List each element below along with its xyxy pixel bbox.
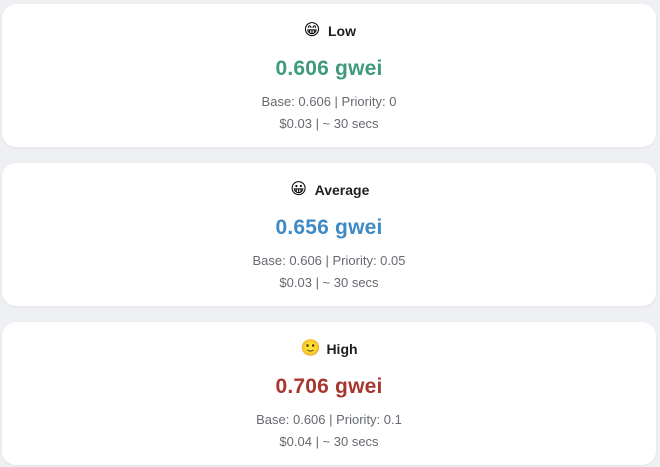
fee-breakdown: Base: 0.606 | Priority: 0 bbox=[261, 94, 397, 109]
tier-label: High bbox=[326, 341, 358, 357]
tier-header: 😀 Average bbox=[2, 180, 656, 200]
slightly-smiling-face-icon: 🙂 bbox=[300, 340, 321, 357]
smiley-face-icon: 😀 bbox=[290, 181, 307, 198]
fee-breakdown: Base: 0.606 | Priority: 0.1 bbox=[256, 412, 402, 427]
gas-tier-list: 😁 Low 0.606 gwei Base: 0.606 | Priority:… bbox=[0, 0, 660, 467]
tier-header: 🙂 High bbox=[2, 339, 656, 359]
gas-price: 0.706 gwei bbox=[275, 375, 383, 398]
gas-tier-card-average[interactable]: 😀 Average 0.656 gwei Base: 0.606 | Prior… bbox=[2, 163, 656, 306]
cost-and-time: $0.03 | ~ 30 secs bbox=[279, 116, 379, 131]
tier-label: Low bbox=[328, 23, 356, 39]
gas-tier-card-low[interactable]: 😁 Low 0.606 gwei Base: 0.606 | Priority:… bbox=[2, 4, 656, 147]
fee-breakdown: Base: 0.606 | Priority: 0.05 bbox=[252, 253, 406, 268]
gas-price: 0.656 gwei bbox=[275, 216, 383, 239]
cost-and-time: $0.03 | ~ 30 secs bbox=[279, 275, 379, 290]
tier-header: 😁 Low bbox=[2, 21, 656, 41]
tier-label: Average bbox=[314, 182, 370, 198]
gas-tier-card-high[interactable]: 🙂 High 0.706 gwei Base: 0.606 | Priority… bbox=[2, 322, 656, 465]
grinning-face-icon: 😁 bbox=[303, 22, 321, 39]
cost-and-time: $0.04 | ~ 30 secs bbox=[279, 434, 379, 449]
gas-price: 0.606 gwei bbox=[275, 57, 383, 80]
